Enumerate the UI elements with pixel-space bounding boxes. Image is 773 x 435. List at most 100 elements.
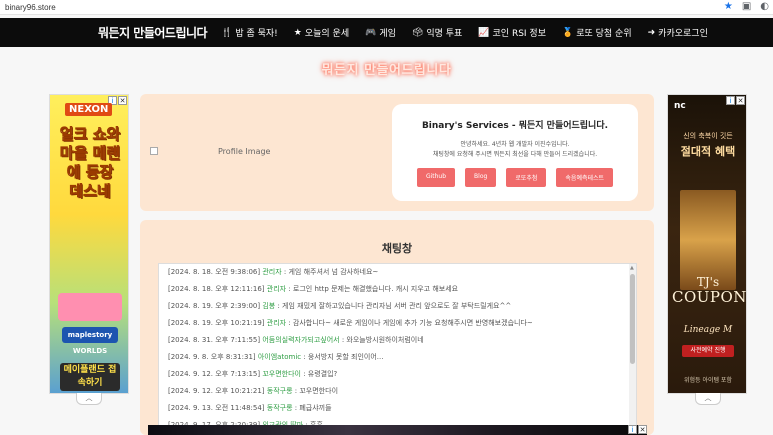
nav-item-lotto[interactable]: 🏅 로또 당첨 순위 — [562, 26, 632, 40]
hero-title: 뭐든지 만들어드립니다 — [321, 62, 452, 78]
chat-time: [2024. 9. 12. 오후 7:13:15] — [168, 370, 261, 378]
lineage-logo: Lineage M — [683, 325, 733, 335]
chat-message: [2024. 8. 19. 오후 2:39:00] 김봉 : 게임 재밌게 잘하… — [159, 298, 636, 315]
nav-item-food[interactable]: 🍴 밥 좀 묵자! — [221, 26, 278, 40]
ad-controls: i ✕ — [628, 425, 647, 434]
chat-message: [2024. 8. 31. 오후 7:11:55] 어둠의실력자가되고싶어서 :… — [159, 332, 636, 349]
vote-icon: 🗳 — [411, 27, 424, 38]
scroll-up-arrow-icon[interactable]: ▲ — [630, 265, 634, 271]
chat-text: : 폐급샤끼들 — [294, 404, 332, 412]
chat-user: 관리자 — [266, 319, 287, 327]
ad-info-icon[interactable]: i — [726, 96, 735, 105]
browser-address-bar[interactable]: binary96.store ★ ▣ ◐ — [0, 0, 773, 15]
gamepad-icon: 🎮 — [365, 27, 377, 38]
ad-close-icon[interactable]: ✕ — [736, 96, 745, 105]
ad-close-icon[interactable]: ✕ — [638, 425, 647, 434]
ad-headline: 얼크 쇼와마을 메랜에 등장 데스네 — [59, 125, 121, 201]
maplestory-worlds-logo: maplestory WORLDS — [62, 327, 118, 355]
scroll-thumb[interactable] — [630, 274, 635, 364]
star-icon: ★ — [293, 27, 302, 38]
blog-button[interactable]: Blog — [465, 168, 497, 187]
ad-controls: i ✕ — [726, 96, 745, 105]
right-ad-collapse-button[interactable]: ︿ — [695, 393, 721, 405]
nav-item-label: 익명 투표 — [426, 29, 463, 39]
ad-coupon-text: TJ's COUPON — [672, 275, 747, 306]
nav-item-game[interactable]: 🎮 게임 — [365, 26, 396, 40]
ad-close-icon[interactable]: ✕ — [118, 96, 127, 105]
chat-text: : 게임 재밌게 잘하고있습니다 관리자님 서버 관리 앞으로도 잘 부탁드릴게… — [277, 302, 512, 310]
left-side-ad[interactable]: i ✕ NEXON 얼크 쇼와마을 메랜에 등장 데스네 maplestory … — [49, 94, 129, 394]
chat-user: 동작구롱 — [266, 404, 293, 412]
services-box: Binary's Services - 뭐든지 만들어드립니다. 안녕하세요. … — [392, 104, 638, 201]
chat-time: [2024. 8. 19. 오후 10:21:19] — [168, 319, 265, 327]
nav-item-kakao-login[interactable]: ➜ 카카오로그인 — [647, 26, 708, 40]
profile-icon[interactable]: ◐ — [760, 1, 769, 13]
chat-time: [2024. 8. 18. 오후 12:11:16] — [168, 285, 265, 293]
chat-time: [2024. 9. 12. 오후 10:21:21] — [168, 387, 265, 395]
nav-item-label: 오늘의 운세 — [304, 29, 350, 39]
chat-user: 동작구롱 — [266, 387, 293, 395]
nc-logo: nc — [674, 101, 686, 111]
login-icon: ➜ — [647, 27, 656, 38]
ad-character-art — [58, 293, 122, 321]
nav-item-vote[interactable]: 🗳 익명 투표 — [411, 26, 463, 40]
nav-item-label: 로또 당첨 순위 — [576, 29, 632, 39]
chat-user: 어둠의실력자가되고싶어서 — [262, 336, 340, 344]
github-button[interactable]: Github — [416, 168, 456, 187]
broken-image-icon — [150, 147, 158, 155]
ad-cta-button[interactable]: 메이플랜드 접속하기 — [60, 363, 120, 391]
chat-user: 관리자 — [266, 285, 287, 293]
services-desc-line: 채팅창에 요청해 주시면 뭐든지 최선을 다해 만들어 드리겠습니다. — [432, 151, 598, 158]
profile-image: Profile Image — [150, 147, 270, 156]
medal-icon: 🏅 — [562, 27, 574, 38]
left-ad-collapse-button[interactable]: ︿ — [76, 393, 102, 405]
prediction-test-button[interactable]: 속음예측테스트 — [556, 168, 614, 187]
chat-time: [2024. 8. 31. 오후 7:11:55] — [168, 336, 261, 344]
browser-toolbar: ★ ▣ ◐ — [724, 1, 769, 13]
chat-message: [2024. 9. 13. 오전 11:48:54] 동작구롱 : 폐급샤끼들 — [159, 400, 636, 417]
nav-item-coin-rsi[interactable]: 📈 코인 RSI 정보 — [478, 26, 546, 40]
bottom-banner-ad[interactable]: i ✕ — [148, 425, 647, 435]
nav-item-label: 카카오로그인 — [658, 29, 708, 39]
chat-time: [2024. 8. 18. 오전 9:38:06] — [168, 268, 261, 276]
chat-time: [2024. 9. 13. 오전 11:48:54] — [168, 404, 265, 412]
chat-text: : 게임 해주셔서 넘 감사하네요~ — [283, 268, 379, 276]
site-brand[interactable]: 뭐든지 만들어드립니다 — [98, 24, 208, 41]
chat-text: : 웅서방지 못할 죄인이어... — [303, 353, 384, 361]
ad-tagline: 신의 축복이 깃든 — [683, 132, 733, 140]
bookmark-star-icon[interactable]: ★ — [724, 1, 733, 13]
nexon-logo: NEXON — [65, 103, 113, 116]
hero-banner: 뭐든지 만들어드립니다 — [0, 47, 773, 89]
lotto-draw-button[interactable]: 로또추첨 — [506, 168, 547, 187]
chat-user: 김봉 — [262, 302, 276, 310]
ad-info-icon[interactable]: i — [628, 425, 637, 434]
chat-title: 채팅창 — [381, 242, 413, 255]
chat-message: [2024. 9. 8. 오후 8:31:31] 아이엠atomic : 웅서방… — [159, 349, 636, 366]
chat-message-list[interactable]: [2024. 8. 18. 오전 9:38:06] 관리자 : 게임 해주셔서 … — [158, 263, 637, 435]
chart-icon: 📈 — [478, 27, 490, 38]
profile-card: Profile Image Binary's Services - 뭐든지 만들… — [140, 94, 654, 211]
right-side-ad[interactable]: i ✕ nc 신의 축복이 깃든 절대적 혜택 TJ's COUPON Line… — [667, 94, 747, 394]
chat-card: 채팅창 [2024. 8. 18. 오전 9:38:06] 관리자 : 게임 해… — [140, 220, 654, 435]
url-text[interactable]: binary96.store — [5, 3, 56, 12]
chat-time: [2024. 8. 19. 오후 2:39:00] — [168, 302, 261, 310]
nav-item-label: 코인 RSI 정보 — [492, 29, 546, 39]
chat-time: [2024. 9. 8. 오후 8:31:31] — [168, 353, 256, 361]
nav-item-fortune[interactable]: ★ 오늘의 운세 — [293, 26, 350, 40]
chat-message: [2024. 8. 19. 오후 10:21:19] 관리자 : 감사합니다~ … — [159, 315, 636, 332]
chat-message: [2024. 8. 18. 오전 9:38:06] 관리자 : 게임 해주셔서 … — [159, 264, 636, 281]
chat-user: 아이엠atomic — [257, 353, 302, 361]
services-buttons: Github Blog 로또추첨 속음예측테스트 — [392, 168, 638, 187]
chat-text: : 와오늘방시원하이처럼이네 — [341, 336, 424, 344]
coupon-line-2: COUPON — [672, 288, 747, 306]
services-description: 안녕하세요. 4년차 웹 개발자 이진수입니다. 채팅창에 요청해 주시면 뭐든… — [392, 140, 638, 160]
chat-scrollbar[interactable]: ▲ ▼ — [629, 264, 636, 434]
chat-message: [2024. 9. 12. 오후 7:13:15] 꼬우면한다이 : 유령결입? — [159, 366, 636, 383]
utensils-icon: 🍴 — [221, 27, 233, 38]
top-navigation: 뭐든지 만들어드립니다 🍴 밥 좀 묵자! ★ 오늘의 운세 🎮 게임 🗳 익명… — [0, 18, 773, 47]
chat-user: 꼬우면한다이 — [262, 370, 301, 378]
chat-message: [2024. 9. 12. 오후 10:21:21] 동작구롱 : 꼬우면한다이 — [159, 383, 636, 400]
chat-user: 관리자 — [262, 268, 282, 276]
extension-icon[interactable]: ▣ — [742, 1, 751, 13]
ad-preregister-button[interactable]: 사전예약 진행 — [682, 345, 734, 357]
